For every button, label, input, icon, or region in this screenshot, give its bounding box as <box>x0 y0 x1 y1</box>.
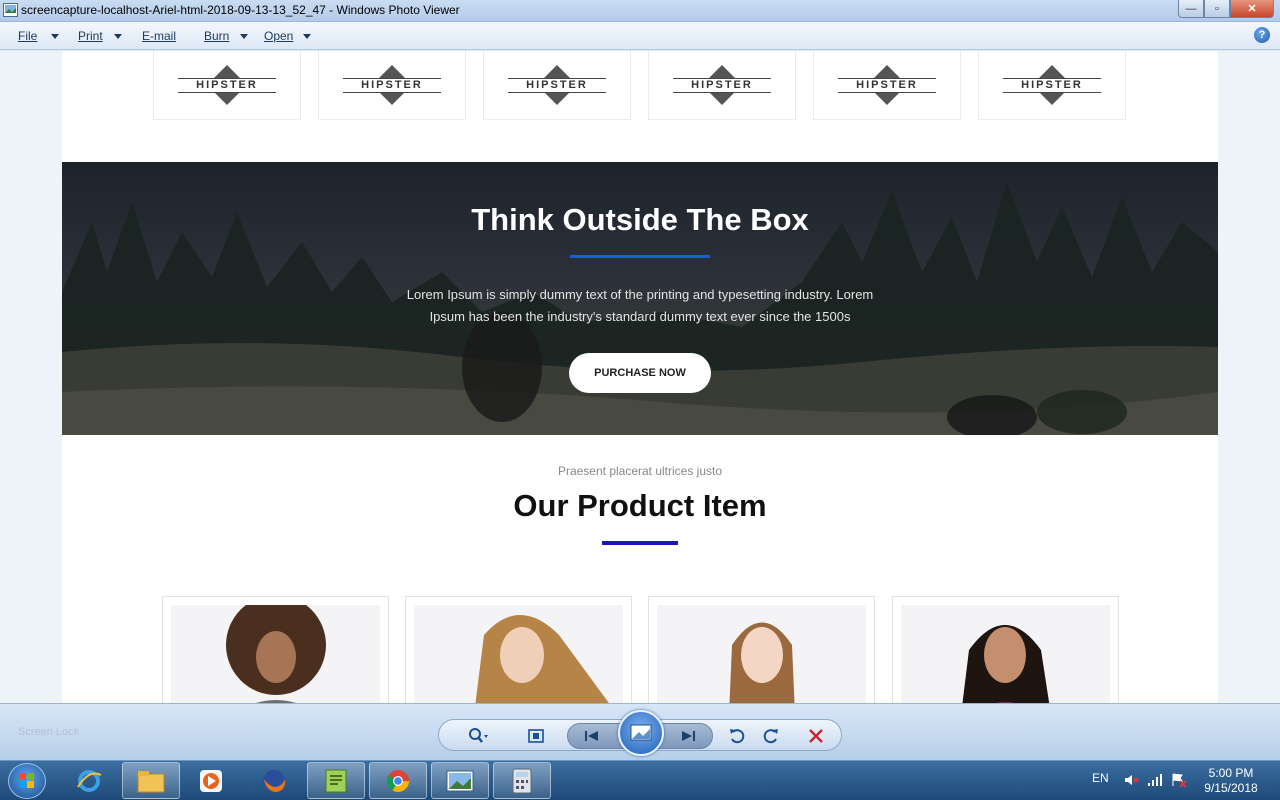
start-button[interactable] <box>8 763 46 799</box>
product-card[interactable] <box>648 596 875 703</box>
maximize-icon: ▫ <box>1215 2 1219 15</box>
chrome-icon[interactable] <box>369 762 427 799</box>
close-button[interactable]: ✕ <box>1230 0 1274 18</box>
logo-word: HIPSTER <box>526 79 588 91</box>
product-image <box>901 605 1110 703</box>
menu-print[interactable]: Print <box>78 29 103 43</box>
brand-logo: HIPSTER <box>978 51 1126 120</box>
chevron-down-icon[interactable] <box>51 34 59 39</box>
product-card[interactable] <box>892 596 1119 703</box>
clock-time: 5:00 PM <box>1208 766 1254 780</box>
rotate-cw-icon[interactable] <box>760 726 782 746</box>
menu-open[interactable]: Open <box>264 29 293 43</box>
internet-explorer-icon[interactable] <box>60 762 118 799</box>
firefox-icon[interactable] <box>245 762 303 799</box>
file-explorer-icon[interactable] <box>122 762 180 799</box>
windows-taskbar: EN 5:00 PM 9/15/2018 <box>0 760 1280 800</box>
hero-title-underline <box>570 255 710 258</box>
chevron-down-icon[interactable] <box>303 34 311 39</box>
menu-bar: File Print E-mail Burn Open ? <box>0 22 1280 50</box>
brand-logo: HIPSTER <box>483 51 631 120</box>
product-image <box>657 605 866 703</box>
hero-description: Lorem Ipsum is simply dummy text of the … <box>406 287 874 324</box>
hipster-logo: HIPSTER <box>838 64 936 106</box>
rotate-ccw-icon[interactable] <box>726 726 748 746</box>
logo-word: HIPSTER <box>691 79 753 91</box>
actual-size-icon[interactable] <box>525 726 547 746</box>
screen-lock-label: Screen Lock <box>18 726 80 738</box>
brand-logo: HIPSTER <box>648 51 796 120</box>
close-icon: ✕ <box>1247 3 1257 15</box>
photo-viewer-app-icon <box>3 3 18 17</box>
volume-muted-icon[interactable] <box>1124 773 1140 787</box>
logo-word: HIPSTER <box>856 79 918 91</box>
hipster-logo: HIPSTER <box>178 64 276 106</box>
hipster-logo: HIPSTER <box>1003 64 1101 106</box>
brand-logo: HIPSTER <box>153 51 301 120</box>
chevron-down-icon[interactable] <box>240 34 248 39</box>
minimize-button[interactable]: — <box>1178 0 1204 18</box>
brand-logos-row: HIPSTER HIPSTER HIPSTER HIPSTER HIPSTER … <box>153 51 1143 120</box>
calculator-icon[interactable] <box>493 762 551 799</box>
logo-word: HIPSTER <box>1021 79 1083 91</box>
window-title: screencapture-localhost-Ariel-html-2018-… <box>21 3 460 17</box>
products-subtitle: Praesent placerat ultrices justo <box>557 464 723 478</box>
logo-word: HIPSTER <box>196 79 258 91</box>
product-card[interactable] <box>162 596 389 703</box>
previous-icon[interactable] <box>581 726 603 746</box>
brand-logo: HIPSTER <box>318 51 466 120</box>
hipster-logo: HIPSTER <box>673 64 771 106</box>
system-clock[interactable]: 5:00 PM 9/15/2018 <box>1196 766 1266 796</box>
product-card[interactable] <box>405 596 632 703</box>
product-image <box>171 605 380 703</box>
photo-viewer-icon[interactable] <box>431 762 489 799</box>
media-player-icon[interactable] <box>182 762 240 799</box>
delete-icon[interactable] <box>805 726 827 746</box>
network-signal-icon[interactable] <box>1147 773 1163 787</box>
slideshow-icon[interactable] <box>618 710 664 756</box>
menu-file[interactable]: File <box>18 29 37 43</box>
action-center-flag-icon[interactable] <box>1171 773 1187 787</box>
zoom-icon[interactable] <box>467 726 489 746</box>
help-icon[interactable]: ? <box>1254 27 1270 43</box>
product-image <box>414 605 623 703</box>
displayed-webpage: HIPSTER HIPSTER HIPSTER HIPSTER HIPSTER … <box>62 51 1218 703</box>
minimize-icon: — <box>1185 2 1197 15</box>
hipster-logo: HIPSTER <box>343 64 441 106</box>
notepad-plus-plus-icon[interactable] <box>307 762 365 799</box>
hero-banner: Think Outside The Box Lorem Ipsum is sim… <box>62 162 1218 435</box>
clock-date: 9/15/2018 <box>1204 781 1258 795</box>
next-icon[interactable] <box>677 726 699 746</box>
products-title-underline <box>602 541 678 545</box>
language-indicator[interactable]: EN <box>1092 771 1109 785</box>
image-viewport[interactable]: HIPSTER HIPSTER HIPSTER HIPSTER HIPSTER … <box>0 51 1280 703</box>
window-titlebar[interactable]: screencapture-localhost-Ariel-html-2018-… <box>0 0 1280 22</box>
brand-logo: HIPSTER <box>813 51 961 120</box>
menu-email[interactable]: E-mail <box>142 29 176 43</box>
products-title: Our Product Item <box>513 488 767 523</box>
menu-burn[interactable]: Burn <box>204 29 229 43</box>
hero-title: Think Outside The Box <box>471 202 809 237</box>
hipster-logo: HIPSTER <box>508 64 606 106</box>
purchase-now-button[interactable]: PURCHASE NOW <box>569 353 711 393</box>
maximize-button[interactable]: ▫ <box>1204 0 1230 18</box>
logo-word: HIPSTER <box>361 79 423 91</box>
chevron-down-icon[interactable] <box>114 34 122 39</box>
